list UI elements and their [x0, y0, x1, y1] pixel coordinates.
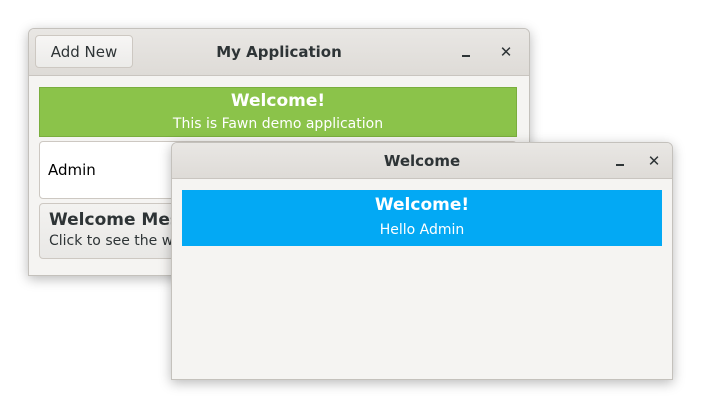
add-new-button[interactable]: Add New	[35, 35, 133, 68]
main-headerbar: Add New My Application ✕	[29, 29, 529, 76]
banner-title: Welcome!	[230, 91, 326, 111]
dialog-banner-subtitle: Hello Admin	[379, 222, 465, 238]
close-icon: ✕	[499, 42, 513, 61]
welcome-dialog: Welcome ✕ Welcome! Hello Admin	[171, 142, 673, 380]
dialog-title: Welcome	[383, 151, 461, 170]
dialog-banner-title: Welcome!	[374, 195, 470, 215]
minimize-button[interactable]	[455, 41, 477, 63]
close-button[interactable]: ✕	[495, 41, 517, 63]
dialog-headerbar: Welcome ✕	[172, 143, 672, 179]
minimize-icon	[462, 55, 470, 57]
dialog-close-button[interactable]: ✕	[643, 150, 665, 172]
welcome-banner: Welcome! This is Fawn demo application	[39, 87, 517, 137]
banner-subtitle: This is Fawn demo application	[172, 116, 384, 132]
close-icon: ✕	[647, 151, 661, 170]
minimize-icon	[616, 164, 624, 166]
dialog-minimize-button[interactable]	[609, 150, 631, 172]
dialog-welcome-banner: Welcome! Hello Admin	[182, 190, 662, 246]
